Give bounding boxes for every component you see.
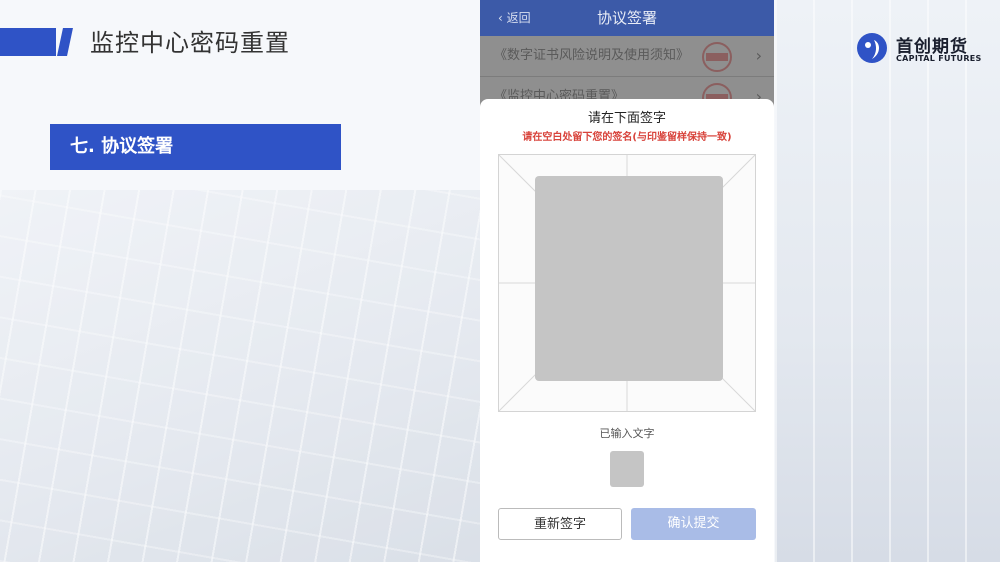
company-logo: 首创期货 CAPITAL FUTURES xyxy=(856,30,996,70)
section-heading: 七. 协议签署 xyxy=(50,124,341,170)
capital-futures-logo-icon xyxy=(857,33,887,63)
sheet-title: 请在下面签字 xyxy=(587,111,666,126)
title-accent-slash xyxy=(57,28,73,56)
phone-nav-bar: ‹ 返回 协议签署 xyxy=(480,0,774,36)
phone-screenshot: ‹ 返回 协议签署 《数字证书风险说明及使用须知》 › 《监控中心密码重置》 ›… xyxy=(480,0,774,562)
title-accent-bar xyxy=(0,28,56,56)
signature-sheet: 请在下面签字 请在空白处留下您的签名(与印鉴留样保持一致) 已输入文字 重新签字… xyxy=(480,99,774,562)
entered-text-label: 已输入文字 xyxy=(599,427,655,440)
section-heading-label: 七. 协议签署 xyxy=(70,136,174,157)
signature-pad[interactable] xyxy=(498,154,756,412)
signature-canvas[interactable] xyxy=(535,176,723,381)
nav-title: 协议签署 xyxy=(596,9,657,27)
document-item[interactable]: 《数字证书风险说明及使用须知》 › xyxy=(480,36,774,77)
sheet-subtitle: 请在空白处留下您的签名(与印鉴留样保持一致) xyxy=(522,132,732,143)
logo-name-en: CAPITAL FUTURES xyxy=(896,54,982,63)
slide-title: 监控中心密码重置 xyxy=(90,29,290,57)
document-item-label: 《数字证书风险说明及使用须知》 xyxy=(494,48,690,63)
chevron-right-icon: › xyxy=(755,46,762,65)
background-building-left xyxy=(0,190,480,562)
resign-button[interactable]: 重新签字 xyxy=(498,508,622,540)
seal-stamp-icon xyxy=(702,42,732,72)
confirm-submit-button[interactable]: 确认提交 xyxy=(631,508,756,540)
entered-text-preview xyxy=(610,451,644,487)
background-building-right xyxy=(775,0,1000,562)
